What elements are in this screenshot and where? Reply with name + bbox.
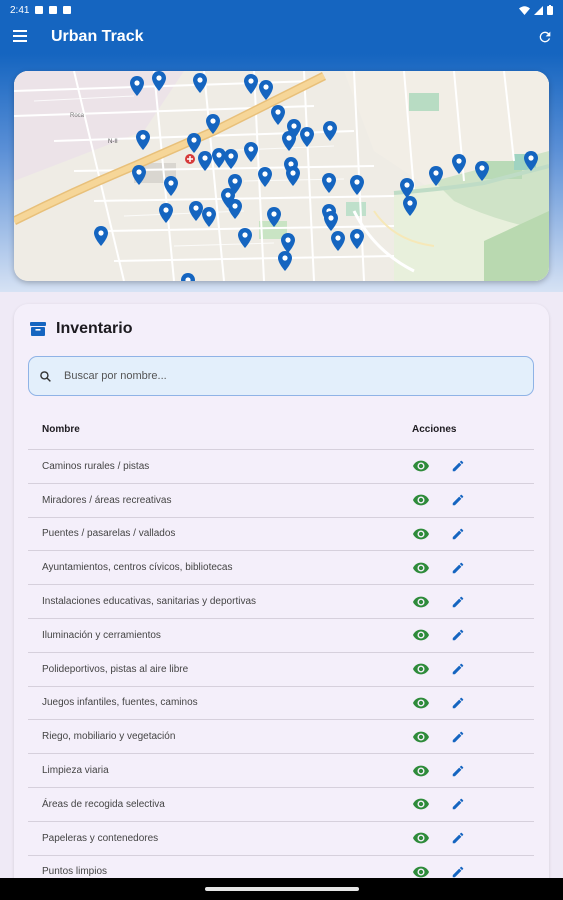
menu-icon[interactable]	[13, 30, 27, 42]
table-row[interactable]: Juegos infantiles, fuentes, caminos	[28, 687, 534, 721]
inventory-header: Inventario	[30, 320, 132, 338]
row-actions	[412, 628, 534, 642]
row-name: Caminos rurales / pistas	[42, 460, 150, 472]
app-bar: Urban Track	[0, 20, 563, 54]
row-actions	[412, 493, 534, 507]
notification-icon	[63, 6, 72, 14]
shield-icon	[35, 6, 44, 14]
edit-icon[interactable]	[451, 730, 465, 744]
view-icon[interactable]	[413, 866, 429, 878]
table-row[interactable]: Papeleras y contenedores	[28, 822, 534, 856]
edit-icon[interactable]	[451, 831, 465, 845]
status-time: 2:41	[10, 4, 30, 16]
table-body: Caminos rurales / pistas Miradores / áre…	[28, 450, 534, 890]
edit-icon[interactable]	[451, 459, 465, 473]
table-row[interactable]: Limpieza viaria	[28, 754, 534, 788]
edit-icon[interactable]	[451, 764, 465, 778]
row-actions	[412, 459, 534, 473]
edit-icon[interactable]	[451, 662, 465, 676]
row-name: Riego, mobiliario y vegetación	[42, 731, 176, 743]
navigation-bar	[0, 878, 563, 900]
search-icon	[40, 370, 51, 382]
row-name: Polideportivos, pistas al aire libre	[42, 663, 189, 675]
row-actions	[412, 696, 534, 710]
table-row[interactable]: Iluminación y cerramientos	[28, 619, 534, 653]
view-icon[interactable]	[413, 629, 429, 641]
view-icon[interactable]	[413, 663, 429, 675]
view-icon[interactable]	[413, 562, 429, 574]
edit-icon[interactable]	[451, 493, 465, 507]
row-name: Miradores / áreas recreativas	[42, 494, 172, 506]
column-header-actions: Acciones	[412, 424, 457, 435]
table-row[interactable]: Puentes / pasarelas / vallados	[28, 518, 534, 552]
edit-icon[interactable]	[451, 595, 465, 609]
view-icon[interactable]	[413, 494, 429, 506]
edit-icon[interactable]	[451, 865, 465, 879]
inventory-card: Inventario Nombre Acciones Caminos rural…	[14, 304, 549, 900]
table-row[interactable]: Miradores / áreas recreativas	[28, 484, 534, 518]
view-icon[interactable]	[413, 596, 429, 608]
row-name: Ayuntamientos, centros cívicos, bibliote…	[42, 562, 233, 574]
sim-icon	[49, 6, 58, 14]
table-row[interactable]: Riego, mobiliario y vegetación	[28, 720, 534, 755]
home-gesture-handle[interactable]	[205, 887, 359, 891]
search-input[interactable]	[64, 370, 484, 382]
row-actions	[412, 527, 534, 541]
table-row[interactable]: Áreas de recogida selectiva	[28, 788, 534, 822]
row-actions	[412, 764, 534, 778]
map-label-district: Roca	[70, 113, 85, 119]
edit-icon[interactable]	[451, 628, 465, 642]
row-name: Áreas de recogida selectiva	[42, 798, 165, 810]
map-label-road: N-II	[108, 139, 118, 145]
table-header: Nombre Acciones	[28, 410, 534, 450]
table-row[interactable]: Caminos rurales / pistas	[28, 450, 534, 484]
refresh-icon[interactable]	[537, 29, 553, 45]
inventory-table: Nombre Acciones Caminos rurales / pistas…	[28, 410, 534, 890]
search-field[interactable]	[28, 356, 534, 396]
row-actions	[412, 662, 534, 676]
map-view[interactable]: N-II Roca	[14, 71, 549, 281]
map-canvas[interactable]: N-II Roca	[14, 71, 549, 281]
table-row[interactable]: Instalaciones educativas, sanitarias y d…	[28, 585, 534, 619]
row-name: Puntos limpios	[42, 866, 108, 878]
status-bar: 2:41	[0, 0, 563, 20]
row-actions	[412, 831, 534, 845]
row-actions	[412, 730, 534, 744]
view-icon[interactable]	[413, 460, 429, 472]
edit-icon[interactable]	[451, 561, 465, 575]
edit-icon[interactable]	[451, 527, 465, 541]
table-row[interactable]: Polideportivos, pistas al aire libre	[28, 653, 534, 687]
row-actions	[412, 797, 534, 811]
row-name: Instalaciones educativas, sanitarias y d…	[42, 596, 257, 608]
column-header-name: Nombre	[42, 424, 80, 435]
row-actions	[412, 561, 534, 575]
row-actions	[412, 865, 534, 879]
table-row[interactable]: Ayuntamientos, centros cívicos, bibliote…	[28, 551, 534, 586]
inventory-title: Inventario	[56, 320, 133, 337]
battery-icon	[547, 5, 553, 15]
edit-icon[interactable]	[451, 797, 465, 811]
wifi-icon	[519, 5, 530, 15]
row-name: Limpieza viaria	[42, 765, 109, 777]
view-icon[interactable]	[413, 731, 429, 743]
row-name: Iluminación y cerramientos	[42, 629, 161, 641]
view-icon[interactable]	[413, 832, 429, 844]
view-icon[interactable]	[413, 798, 429, 810]
edit-icon[interactable]	[451, 696, 465, 710]
inventory-icon	[30, 322, 46, 336]
row-name: Puentes / pasarelas / vallados	[42, 528, 176, 540]
view-icon[interactable]	[413, 765, 429, 777]
view-icon[interactable]	[413, 528, 429, 540]
row-actions	[412, 595, 534, 609]
app-title: Urban Track	[51, 28, 144, 45]
row-name: Papeleras y contenedores	[42, 832, 159, 844]
signal-icon	[534, 5, 543, 15]
view-icon[interactable]	[413, 697, 429, 709]
row-name: Juegos infantiles, fuentes, caminos	[42, 697, 198, 709]
